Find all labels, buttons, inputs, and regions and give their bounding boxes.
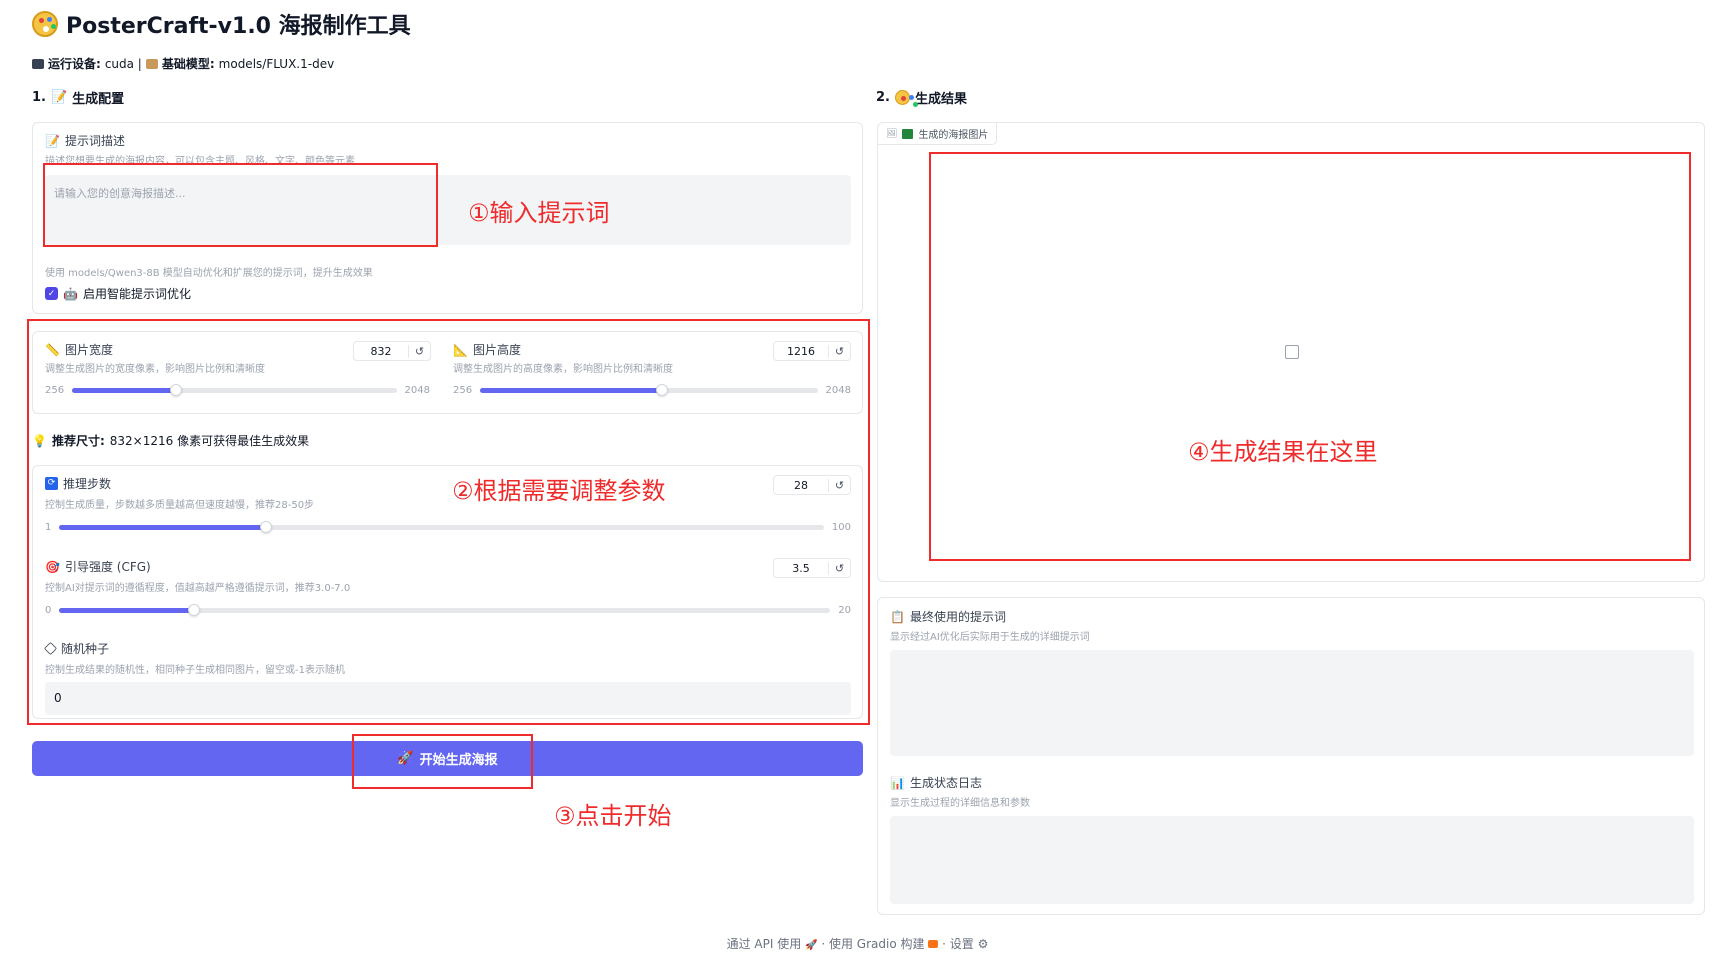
palette-icon bbox=[32, 11, 58, 37]
device-value: cuda | bbox=[104, 56, 142, 71]
final-prompt-label-text: 最终使用的提示词 bbox=[909, 610, 1006, 624]
monitor-icon bbox=[32, 58, 44, 69]
footer-api-link[interactable]: 通过 API 使用 bbox=[727, 937, 802, 951]
annotation-step1: ①输入提示词 bbox=[468, 199, 610, 227]
image-tab-label: 生成的海报图片 bbox=[918, 130, 989, 141]
device-info: 运行设备: cuda | 基础模型: models/FLUX.1-dev bbox=[32, 55, 334, 72]
rocket-small-icon: 🚀 bbox=[805, 940, 818, 951]
enhance-info: 使用 models/Qwen3-8B 模型自动优化和扩展您的提示词，提升生成效果 bbox=[45, 268, 373, 279]
prompt-label-text: 提示词描述 bbox=[64, 134, 125, 148]
footer-gradio-link[interactable]: 使用 Gradio 构建 bbox=[829, 937, 925, 951]
palette-small-icon bbox=[894, 90, 911, 110]
settings-gear-icon[interactable]: ⚙ bbox=[978, 937, 989, 951]
final-prompt-info: 显示经过AI优化后实际用于生成的详细提示词 bbox=[890, 632, 1090, 643]
status-log-textbox[interactable] bbox=[890, 816, 1694, 904]
footer: 通过 API 使用 🚀 · 使用 Gradio 构建 · 设置 ⚙ bbox=[0, 935, 1715, 952]
final-prompt-textbox[interactable] bbox=[890, 650, 1694, 756]
results-section-number: 2. bbox=[876, 90, 890, 105]
box-icon bbox=[145, 58, 158, 69]
status-log-label-text: 生成状态日志 bbox=[909, 776, 982, 790]
image-output-tab: 🖼 生成的海报图片 bbox=[878, 123, 998, 145]
annotation-step4: ④生成结果在这里 bbox=[1188, 438, 1378, 466]
app-title-text: PosterCraft-v1.0 海报制作工具 bbox=[66, 14, 411, 39]
annotation-step3: ③点击开始 bbox=[554, 802, 672, 830]
bar-chart-icon: 📊 bbox=[890, 775, 905, 790]
enhance-label: 启用智能提示词优化 bbox=[82, 287, 191, 301]
picture-icon bbox=[902, 128, 914, 139]
section-title-text: 生成配置 bbox=[72, 92, 125, 107]
robot-icon: 🤖 bbox=[63, 286, 78, 301]
footer-separator-1: · bbox=[821, 937, 826, 951]
pencil-memo-icon: 📝 bbox=[45, 133, 60, 148]
config-section-title: 1. 📝 生成配置 bbox=[32, 88, 124, 107]
app-title: PosterCraft-v1.0 海报制作工具 bbox=[32, 8, 411, 40]
model-value: models/FLUX.1-dev bbox=[218, 56, 335, 71]
status-log-info: 显示生成过程的详细信息和参数 bbox=[890, 798, 1030, 809]
results-section-title-text: 生成结果 bbox=[914, 92, 967, 107]
output-text-panel: 📋 最终使用的提示词 显示经过AI优化后实际用于生成的详细提示词 📊 生成状态日… bbox=[877, 597, 1705, 915]
section-number: 1. bbox=[32, 90, 46, 105]
footer-separator-2: · bbox=[942, 937, 946, 951]
enhance-checkbox-row[interactable]: ✓ 🤖 启用智能提示词优化 bbox=[45, 285, 191, 302]
annotation-step2: ②根据需要调整参数 bbox=[452, 477, 666, 505]
clipboard-icon: 📋 bbox=[890, 609, 905, 624]
annotation-box-params bbox=[27, 319, 870, 725]
footer-settings-link[interactable]: 设置 bbox=[950, 937, 974, 951]
annotation-box-prompt bbox=[43, 163, 438, 247]
enhance-checkbox[interactable]: ✓ bbox=[45, 287, 58, 300]
prompt-label: 📝 提示词描述 bbox=[45, 132, 125, 149]
memo-icon: 📝 bbox=[50, 90, 68, 105]
annotation-box-generate bbox=[352, 734, 533, 789]
results-section-title: 2. 生成结果 bbox=[876, 88, 967, 110]
device-label: 运行设备: bbox=[48, 57, 101, 71]
gradio-logo-icon bbox=[928, 940, 939, 948]
final-prompt-label: 📋 最终使用的提示词 bbox=[890, 608, 1006, 625]
image-label-icon: 🖼 bbox=[886, 128, 898, 139]
status-log-label: 📊 生成状态日志 bbox=[890, 774, 982, 791]
annotation-box-result bbox=[929, 152, 1691, 561]
model-label: 基础模型: bbox=[161, 57, 215, 71]
